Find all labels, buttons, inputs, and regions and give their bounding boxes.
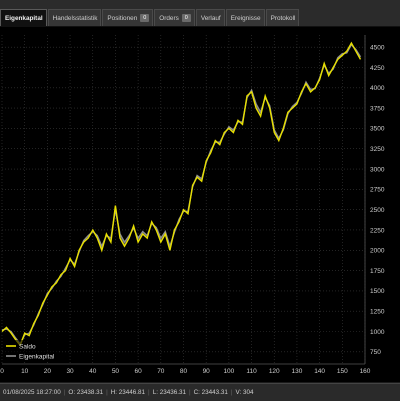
- x-tick-label: 0: [0, 368, 4, 375]
- tab-handelsstatistik[interactable]: Handelsstatistik: [47, 9, 102, 26]
- y-tick-label: 3750: [370, 105, 385, 112]
- x-tick-label: 70: [157, 368, 165, 375]
- tab-label: Positionen: [107, 14, 138, 22]
- tab-label: Handelsstatistik: [52, 14, 98, 22]
- tab-positionen[interactable]: Positionen 0: [102, 9, 154, 26]
- x-tick-label: 130: [292, 368, 303, 375]
- tab-label: Orders: [159, 14, 179, 22]
- tab-label: Ereignisse: [230, 14, 261, 22]
- y-tick-label: 3500: [370, 126, 385, 133]
- tab-count-badge: 0: [181, 14, 191, 22]
- x-tick-label: 80: [180, 368, 188, 375]
- y-tick-label: 1000: [370, 329, 385, 336]
- y-tick-label: 4500: [370, 44, 385, 51]
- tab-eigenkapital[interactable]: Eigenkapital: [0, 9, 47, 26]
- series-line-eigenkapital: [1, 43, 362, 345]
- tab-bar: Eigenkapital Handelsstatistik Positionen 0 O…: [0, 0, 400, 27]
- x-tick-label: 10: [21, 368, 29, 375]
- x-tick-label: 100: [223, 368, 234, 375]
- legend-label-eigenkapital: Eigenkapital: [19, 354, 55, 361]
- tab-protokoll[interactable]: Protokoll: [265, 9, 300, 26]
- x-tick-label: 120: [269, 368, 280, 375]
- y-tick-label: 1500: [370, 288, 385, 295]
- series-line-saldo: [1, 41, 362, 347]
- tab-count-badge: 0: [140, 14, 150, 22]
- y-tick-label: 3250: [370, 146, 385, 153]
- y-tick-label: 4250: [370, 65, 385, 72]
- tab-label: Verlauf: [200, 14, 221, 22]
- x-tick-label: 30: [66, 368, 74, 375]
- x-tick-label: 160: [360, 368, 371, 375]
- tab-verlauf[interactable]: Verlauf: [195, 9, 225, 26]
- x-tick-label: 60: [135, 368, 143, 375]
- eigenkapital-band: [2, 43, 361, 346]
- x-tick-label: 50: [112, 368, 120, 375]
- legend-label-saldo: Saldo: [19, 344, 36, 351]
- x-tick-label: 20: [44, 368, 52, 375]
- x-tick-label: 90: [203, 368, 211, 375]
- x-tick-label: 150: [337, 368, 348, 375]
- status-high: H: 23446.81: [110, 389, 146, 396]
- equity-chart-panel: 0 10 20 30 40 50 60 70 80 90 100 110 120 130 140 150 160…: [0, 27, 400, 382]
- y-tick-label: 750: [370, 349, 381, 356]
- status-low: L: 23436.31: [152, 389, 186, 396]
- y-tick-label: 1250: [370, 308, 385, 315]
- x-tick-label: 140: [314, 368, 325, 375]
- status-bar: 01/08/2025 18:27:00 | O: 23438.31 | H: 234…: [0, 383, 400, 401]
- tab-label: Protokoll: [270, 14, 296, 22]
- equity-chart: 0 10 20 30 40 50 60 70 80 90 100 110 120 130 140 150 160…: [0, 35, 385, 375]
- y-tick-label: 1750: [370, 268, 385, 275]
- y-tick-label: 2500: [370, 207, 385, 214]
- y-tick-label: 2750: [370, 187, 385, 194]
- y-tick-label: 2250: [370, 227, 385, 234]
- y-tick-label: 3000: [370, 166, 385, 173]
- y-tick-label: 4000: [370, 85, 385, 92]
- tab-label: Eigenkapital: [5, 14, 43, 22]
- tab-ereignisse[interactable]: Ereignisse: [225, 9, 265, 26]
- x-tick-label: 110: [246, 368, 257, 375]
- x-tick-label: 40: [89, 368, 97, 375]
- tab-orders[interactable]: Orders 0: [154, 9, 195, 26]
- tabs-row: Eigenkapital Handelsstatistik Positionen 0 O…: [0, 9, 300, 26]
- status-volume: V: 304: [235, 389, 254, 396]
- status-open: O: 23438.31: [68, 389, 104, 396]
- status-datetime: 01/08/2025 18:27:00: [3, 389, 61, 396]
- status-close: C: 23443.31: [193, 389, 228, 396]
- y-tick-label: 2000: [370, 248, 385, 255]
